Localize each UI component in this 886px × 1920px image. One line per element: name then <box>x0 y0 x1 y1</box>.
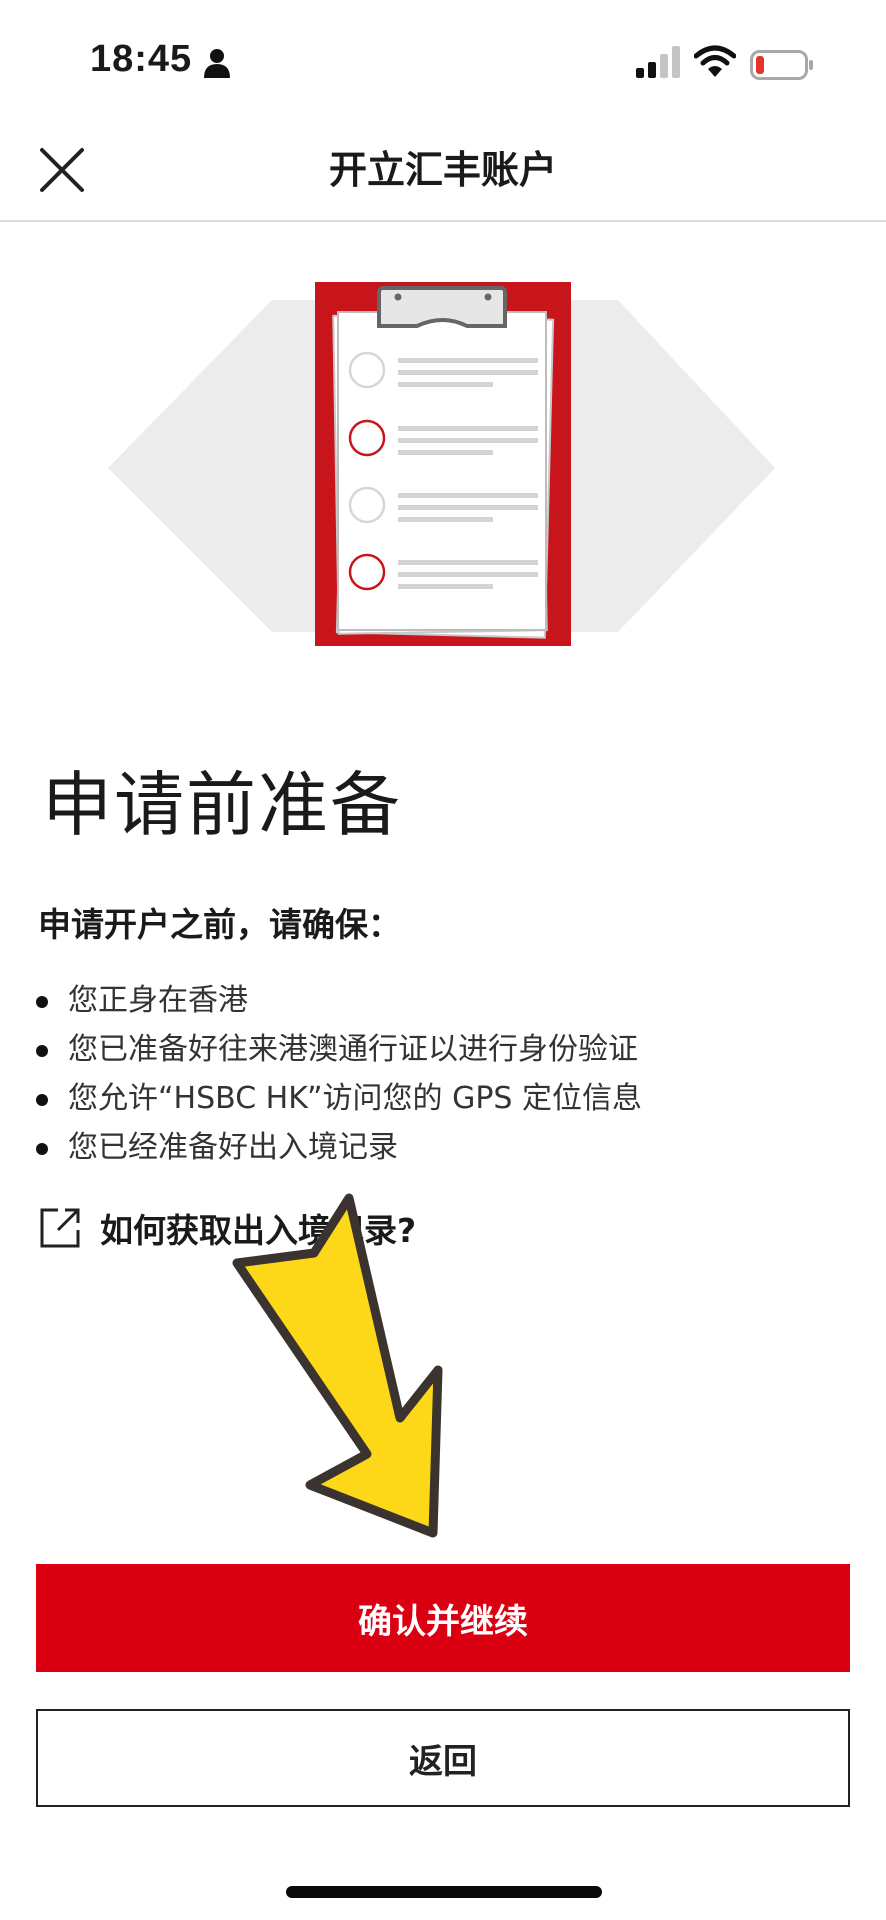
battery-icon <box>750 50 813 80</box>
list-item: 您已经准备好出入境记录 <box>32 1123 642 1172</box>
signal-icon <box>636 46 680 78</box>
help-link-label: 如何获取出入境记录? <box>100 1211 417 1250</box>
requirement-text: 您允许“HSBC HK”访问您的 GPS 定位信息 <box>68 1081 642 1116</box>
bullet-icon <box>36 1045 48 1057</box>
requirement-text: 您已准备好往来港澳通行证以进行身份验证 <box>68 1032 638 1067</box>
entry-exit-record-help-link[interactable]: 如何获取出入境记录? <box>38 1200 416 1256</box>
main-title: 申请前准备 <box>42 764 402 846</box>
list-item: 您正身在香港 <box>32 976 642 1025</box>
page-title: 开立汇丰账户 <box>328 148 557 192</box>
list-item: 您允许“HSBC HK”访问您的 GPS 定位信息 <box>32 1074 642 1123</box>
bullet-icon <box>36 1143 48 1155</box>
home-indicator[interactable] <box>286 1886 602 1898</box>
clipboard-checklist-illustration <box>108 282 775 646</box>
bullet-icon <box>36 996 48 1008</box>
requirements-list: 您正身在香港 您已准备好往来港澳通行证以进行身份验证 您允许“HSBC HK”访… <box>32 976 642 1172</box>
requirement-text: 您已经准备好出入境记录 <box>68 1130 398 1165</box>
confirm-continue-button[interactable]: 确认并继续 <box>36 1564 850 1672</box>
bullet-icon <box>36 1094 48 1106</box>
external-link-icon <box>40 1208 80 1248</box>
wifi-icon <box>694 45 736 77</box>
list-item: 您已准备好往来港澳通行证以进行身份验证 <box>32 1025 642 1074</box>
person-icon <box>204 49 230 78</box>
subtitle: 申请开户之前，请确保： <box>38 905 401 944</box>
requirement-text: 您正身在香港 <box>68 983 248 1018</box>
back-button[interactable]: 返回 <box>36 1709 850 1807</box>
status-time: 18:45 <box>90 38 193 80</box>
